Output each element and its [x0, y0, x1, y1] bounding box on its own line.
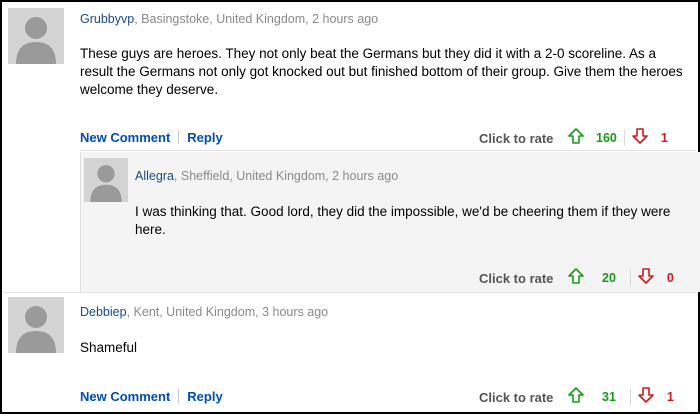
upvote-count: 20 — [602, 270, 616, 285]
downvote-count: 1 — [660, 130, 668, 145]
comment-text: I was thinking that. Good lord, they did… — [135, 204, 671, 237]
comment-meta: Debbiep, Kent, United Kingdom, 3 hours a… — [80, 305, 328, 319]
thumb-down-arrow-icon[interactable] — [638, 387, 654, 406]
vote-controls: 20 0 — [568, 268, 674, 287]
comments-panel: Grubbyvp, Basingstoke, United Kingdom, 2… — [0, 0, 700, 414]
comment-username[interactable]: Debbiep — [80, 305, 127, 319]
comment-actions: New Comment Reply — [80, 389, 223, 404]
thumb-down-arrow-icon[interactable] — [632, 128, 648, 147]
thumb-up-arrow-icon[interactable] — [568, 387, 584, 406]
click-to-rate-label: Click to rate — [479, 390, 554, 405]
vote-separator — [629, 269, 631, 286]
click-to-rate-label: Click to rate — [479, 271, 554, 286]
comment-username[interactable]: Grubbyvp — [80, 12, 134, 26]
divider — [80, 150, 696, 151]
action-separator — [178, 389, 180, 403]
reply-button[interactable]: Reply — [187, 389, 222, 404]
avatar-placeholder-icon — [8, 297, 64, 353]
action-separator — [178, 130, 180, 144]
comment-text: Shameful — [80, 340, 138, 355]
comment-location-time: , Sheffield, United Kingdom, 2 hours ago — [173, 169, 399, 183]
click-to-rate-label: Click to rate — [479, 131, 554, 146]
avatar-placeholder-icon — [84, 158, 128, 202]
upvote-count: 31 — [602, 389, 616, 404]
comment-actions: New Comment Reply — [80, 130, 223, 145]
downvote-count: 1 — [666, 389, 674, 404]
thumb-up-arrow-icon[interactable] — [568, 268, 584, 287]
thumb-down-arrow-icon[interactable] — [638, 268, 654, 287]
comment-meta: Allegra, Sheffield, United Kingdom, 2 ho… — [135, 169, 398, 183]
avatar-placeholder-icon — [8, 8, 64, 64]
comment-meta: Grubbyvp, Basingstoke, United Kingdom, 2… — [80, 12, 378, 26]
divider — [4, 292, 696, 293]
new-comment-button[interactable]: New Comment — [80, 389, 170, 404]
vote-separator — [629, 388, 631, 405]
upvote-count: 160 — [596, 130, 617, 145]
downvote-count: 0 — [666, 270, 674, 285]
vote-controls: 31 1 — [568, 387, 674, 406]
vote-separator — [623, 129, 625, 146]
comment-location-time: , Basingstoke, United Kingdom, 2 hours a… — [134, 12, 379, 26]
vote-controls: 160 1 — [568, 128, 668, 147]
comment-text: These guys are heroes. They not only bea… — [80, 46, 683, 97]
comment-location-time: , Kent, United Kingdom, 3 hours ago — [126, 305, 329, 319]
comment-username[interactable]: Allegra — [135, 169, 174, 183]
reply-button[interactable]: Reply — [187, 130, 222, 145]
thumb-up-arrow-icon[interactable] — [568, 128, 584, 147]
new-comment-button[interactable]: New Comment — [80, 130, 170, 145]
